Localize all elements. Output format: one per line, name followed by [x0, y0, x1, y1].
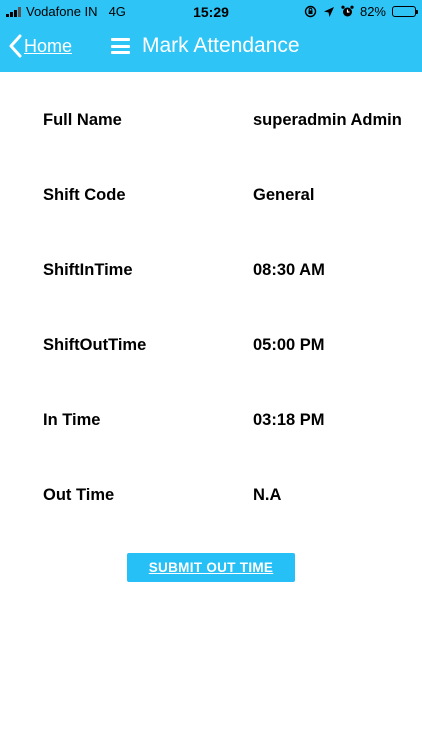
detail-value: superadmin Admin [253, 111, 402, 129]
navigation-bar: Home Mark Attendance [0, 28, 422, 68]
detail-row-shift-code: Shift Code General [43, 186, 422, 210]
detail-label: Out Time [43, 486, 115, 504]
detail-label: In Time [43, 411, 101, 429]
hamburger-menu-icon[interactable] [111, 38, 130, 54]
detail-row-shift-in-time: ShiftInTime 08:30 AM [43, 261, 422, 285]
detail-value: 03:18 PM [253, 411, 325, 429]
detail-value: N.A [253, 486, 282, 504]
status-bar: Vodafone IN 4G 15:29 82% [0, 0, 422, 24]
detail-row-full-name: Full Name superadmin Admin [43, 111, 422, 135]
location-arrow-icon [323, 6, 334, 17]
detail-label: Full Name [43, 111, 122, 129]
chevron-left-icon [9, 34, 22, 58]
rotation-lock-icon [304, 5, 317, 18]
detail-label: ShiftInTime [43, 261, 133, 279]
submit-out-time-button[interactable]: SUBMIT OUT TIME [127, 553, 295, 582]
detail-row-shift-out-time: ShiftOutTime 05:00 PM [43, 336, 422, 360]
detail-row-in-time: In Time 03:18 PM [43, 411, 422, 435]
back-button[interactable]: Home [8, 34, 72, 58]
header-bar: Vodafone IN 4G 15:29 82% Home Mark Atten… [0, 0, 422, 72]
detail-value: 05:00 PM [253, 336, 325, 354]
detail-label: ShiftOutTime [43, 336, 147, 354]
back-label: Home [24, 35, 73, 56]
detail-value: 08:30 AM [253, 261, 325, 279]
detail-label: Shift Code [43, 186, 126, 204]
battery-percent: 82% [359, 4, 386, 19]
page-title: Mark Attendance [142, 34, 300, 57]
detail-row-out-time: Out Time N.A [43, 486, 422, 510]
alarm-icon [341, 5, 354, 17]
battery-icon [392, 6, 418, 17]
detail-value: General [253, 186, 315, 204]
